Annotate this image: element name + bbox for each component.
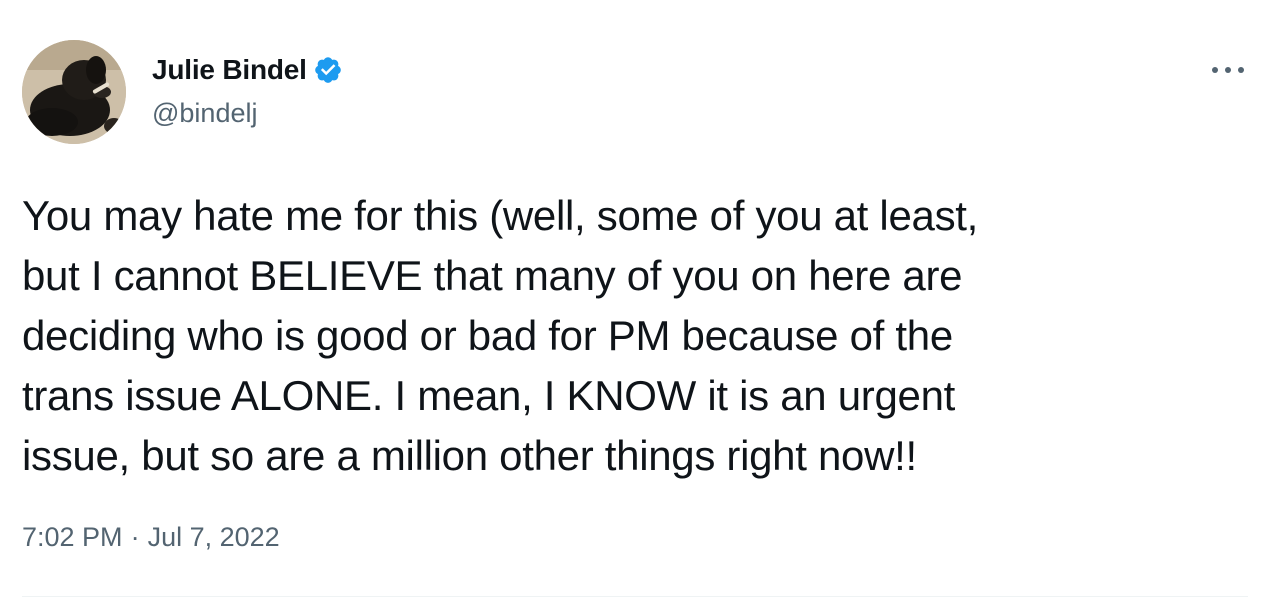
more-options-button[interactable] bbox=[1208, 52, 1248, 88]
avatar[interactable] bbox=[22, 40, 126, 144]
ellipsis-icon bbox=[1212, 67, 1244, 73]
profile-photo-dog-icon bbox=[22, 40, 126, 144]
tweet-date[interactable]: Jul 7, 2022 bbox=[148, 522, 280, 553]
verified-badge-icon bbox=[313, 55, 343, 85]
author-display-name[interactable]: Julie Bindel bbox=[152, 54, 307, 86]
author-name-row[interactable]: Julie Bindel bbox=[152, 54, 343, 86]
tweet-text: You may hate me for this (well, some of … bbox=[22, 192, 979, 479]
tweet-card: Julie Bindel @bindelj You may hate me fo… bbox=[0, 0, 1274, 600]
tweet-time[interactable]: 7:02 PM bbox=[22, 522, 123, 553]
divider bbox=[22, 596, 1248, 597]
tweet-timestamp[interactable]: 7:02 PM · Jul 7, 2022 bbox=[22, 522, 280, 553]
author-handle[interactable]: @bindelj bbox=[152, 98, 257, 129]
timestamp-separator: · bbox=[130, 522, 140, 552]
